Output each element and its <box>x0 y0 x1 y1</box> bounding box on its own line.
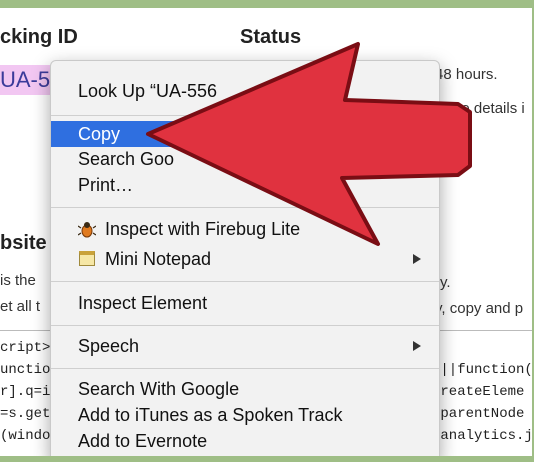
menu-item-label: Look Up “UA-556 <box>78 81 218 101</box>
menu-item-copy[interactable]: Copy <box>51 121 439 147</box>
code-line: createEleme <box>432 384 525 400</box>
menu-separator <box>51 368 439 369</box>
code-line: .parentNode <box>432 406 525 422</box>
menu-item-mini-notepad[interactable]: Mini Notepad <box>51 246 439 272</box>
menu-item-print[interactable]: Print… <box>51 172 439 198</box>
website-header: bsite <box>0 232 47 254</box>
menu-separator <box>51 207 439 208</box>
firebug-icon <box>78 222 96 238</box>
menu-item-search-with-google[interactable]: Search With Google <box>51 376 439 402</box>
menu-item-label: Inspect with Firebug Lite <box>105 219 301 239</box>
submenu-arrow-icon <box>413 254 421 264</box>
tracking-id-header: cking ID <box>0 26 78 48</box>
menu-item-label: Print… <box>78 175 134 195</box>
code-line: cript> <box>0 340 51 356</box>
menu-item-label: Add to Evernote <box>78 431 208 451</box>
body-line-2-end: y, copy and p <box>435 300 524 317</box>
menu-item-label: Mini Notepad <box>105 249 212 269</box>
menu-item-label: Inspect Element <box>78 293 208 313</box>
menu-item-look-up[interactable]: Look Up “UA-556 <box>51 78 439 104</box>
notepad-icon <box>79 251 95 266</box>
code-line: =s.get <box>0 406 51 422</box>
body-line-1: is the <box>0 272 36 289</box>
submenu-arrow-icon <box>413 341 421 351</box>
frame-border-bottom <box>0 456 534 462</box>
body-line-1-end: y. <box>440 274 451 291</box>
status-header: Status <box>240 26 302 48</box>
code-line: 'analytics.js', <box>432 428 534 444</box>
menu-item-add-to-evernote[interactable]: Add to Evernote <box>51 428 439 454</box>
menu-item-add-to-itunes[interactable]: Add to iTunes as a Spoken Track <box>51 402 439 428</box>
menu-separator <box>51 115 439 116</box>
menu-item-label: Add to iTunes as a Spoken Track <box>78 405 343 425</box>
context-menu: Look Up “UA-556 Copy Search Goo Print… I… <box>50 60 440 462</box>
menu-separator <box>51 281 439 282</box>
menu-item-search-google[interactable]: Search Goo <box>51 146 439 172</box>
menu-item-inspect-firebug[interactable]: Inspect with Firebug Lite <box>51 216 439 242</box>
menu-item-label: Search With Google <box>78 379 240 399</box>
code-line: ]||function(){ <box>432 362 534 378</box>
menu-item-inspect-element[interactable]: Inspect Element <box>51 290 439 316</box>
menu-item-speech[interactable]: Speech <box>51 333 439 359</box>
menu-item-label: Copy <box>78 124 121 144</box>
menu-separator <box>51 325 439 326</box>
code-line: (windo <box>0 428 51 444</box>
see-details-link[interactable]: See details i <box>443 100 525 117</box>
menu-item-label: Speech <box>78 336 140 356</box>
menu-item-label: Search Goo <box>78 149 175 169</box>
body-line-2: et all t <box>0 298 41 315</box>
